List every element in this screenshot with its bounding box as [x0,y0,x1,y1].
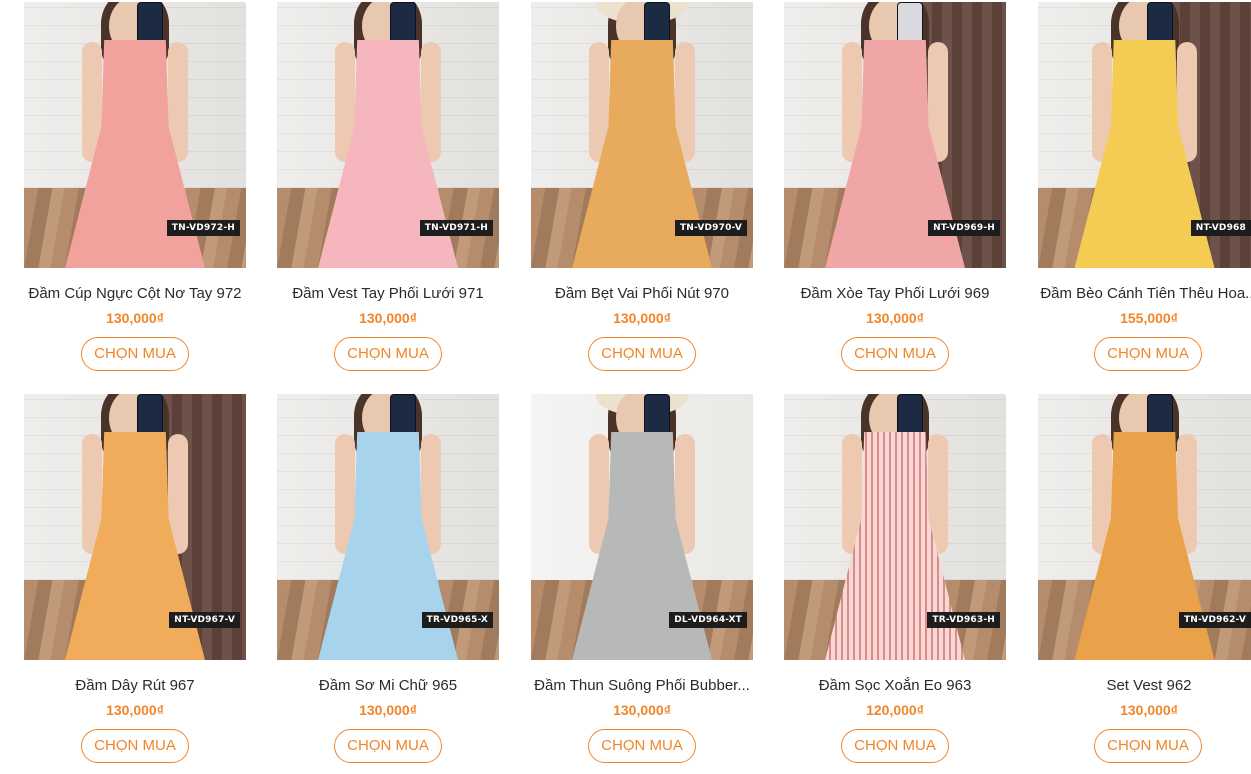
buy-button[interactable]: CHỌN MUA [588,729,696,763]
product-price: 130,000₫ [359,310,417,326]
sku-label: TR-VD963-H [927,612,1000,628]
product-name[interactable]: Đầm Cúp Ngực Cột Nơ Tay 972 [24,285,246,302]
product-image[interactable]: TR-VD963-H [784,394,1006,660]
sku-label: TN-VD970-V [674,220,747,236]
buy-button[interactable]: CHỌN MUA [81,337,189,371]
sku-label: NT-VD967-V [169,612,240,628]
product-price: 155,000₫ [1120,310,1178,326]
product-card: NT-VD969-H Đầm Xòe Tay Phối Lưới 969 130… [784,2,1006,371]
buy-button[interactable]: CHỌN MUA [588,337,696,371]
product-name[interactable]: Đầm Vest Tay Phối Lưới 971 [277,285,499,302]
product-image[interactable]: TR-VD965-X [277,394,499,660]
product-image[interactable]: TN-VD971-H [277,2,499,268]
sku-label: TN-VD971-H [419,220,493,236]
buy-button[interactable]: CHỌN MUA [334,337,442,371]
product-price: 130,000₫ [1120,702,1178,718]
sku-label: TR-VD965-X [421,612,493,628]
sku-label: NT-VD968 [1190,220,1251,236]
product-image[interactable]: NT-VD968 [1038,2,1251,268]
product-name[interactable]: Đầm Sọc Xoắn Eo 963 [784,677,1006,694]
product-card: TN-VD962-V Set Vest 962 130,000₫ CHỌN MU… [1038,394,1251,763]
product-name[interactable]: Đầm Bẹt Vai Phối Nút 970 [531,285,753,302]
product-image[interactable]: TN-VD962-V [1038,394,1251,660]
product-name[interactable]: Đầm Dây Rút 967 [24,677,246,694]
buy-button[interactable]: CHỌN MUA [841,729,949,763]
product-image[interactable]: TN-VD970-V [531,2,753,268]
product-card: NT-VD967-V Đầm Dây Rút 967 130,000₫ CHỌN… [24,394,246,763]
product-card: NT-VD968 Đầm Bèo Cánh Tiên Thêu Hoa... 1… [1038,2,1251,371]
product-image[interactable]: DL-VD964-XT [531,394,753,660]
product-image[interactable]: NT-VD969-H [784,2,1006,268]
product-card: TR-VD965-X Đầm Sơ Mi Chữ 965 130,000₫ CH… [277,394,499,763]
sku-label: DL-VD964-XT [669,612,747,628]
product-grid: TN-VD972-H Đầm Cúp Ngực Cột Nơ Tay 972 1… [0,0,1251,774]
buy-button[interactable]: CHỌN MUA [1094,729,1202,763]
buy-button[interactable]: CHỌN MUA [334,729,442,763]
product-name[interactable]: Đầm Thun Suông Phối Bubber... [531,677,753,694]
buy-button[interactable]: CHỌN MUA [1094,337,1202,371]
product-name[interactable]: Đầm Bèo Cánh Tiên Thêu Hoa... [1038,285,1251,302]
product-card: TR-VD963-H Đầm Sọc Xoắn Eo 963 120,000₫ … [784,394,1006,763]
product-name[interactable]: Set Vest 962 [1038,677,1251,694]
product-card: DL-VD964-XT Đầm Thun Suông Phối Bubber..… [531,394,753,763]
product-price: 130,000₫ [359,702,417,718]
product-image[interactable]: NT-VD967-V [24,394,246,660]
product-card: TN-VD972-H Đầm Cúp Ngực Cột Nơ Tay 972 1… [24,2,246,371]
buy-button[interactable]: CHỌN MUA [81,729,189,763]
product-image[interactable]: TN-VD972-H [24,2,246,268]
product-price: 130,000₫ [106,310,164,326]
sku-label: NT-VD969-H [928,220,1000,236]
product-card: TN-VD970-V Đầm Bẹt Vai Phối Nút 970 130,… [531,2,753,371]
product-price: 130,000₫ [106,702,164,718]
product-price: 130,000₫ [866,310,924,326]
product-name[interactable]: Đầm Xòe Tay Phối Lưới 969 [784,285,1006,302]
sku-label: TN-VD972-H [166,220,240,236]
product-card: TN-VD971-H Đầm Vest Tay Phối Lưới 971 13… [277,2,499,371]
product-name[interactable]: Đầm Sơ Mi Chữ 965 [277,677,499,694]
product-price: 120,000₫ [866,702,924,718]
product-price: 130,000₫ [613,702,671,718]
product-price: 130,000₫ [613,310,671,326]
buy-button[interactable]: CHỌN MUA [841,337,949,371]
sku-label: TN-VD962-V [1178,612,1251,628]
